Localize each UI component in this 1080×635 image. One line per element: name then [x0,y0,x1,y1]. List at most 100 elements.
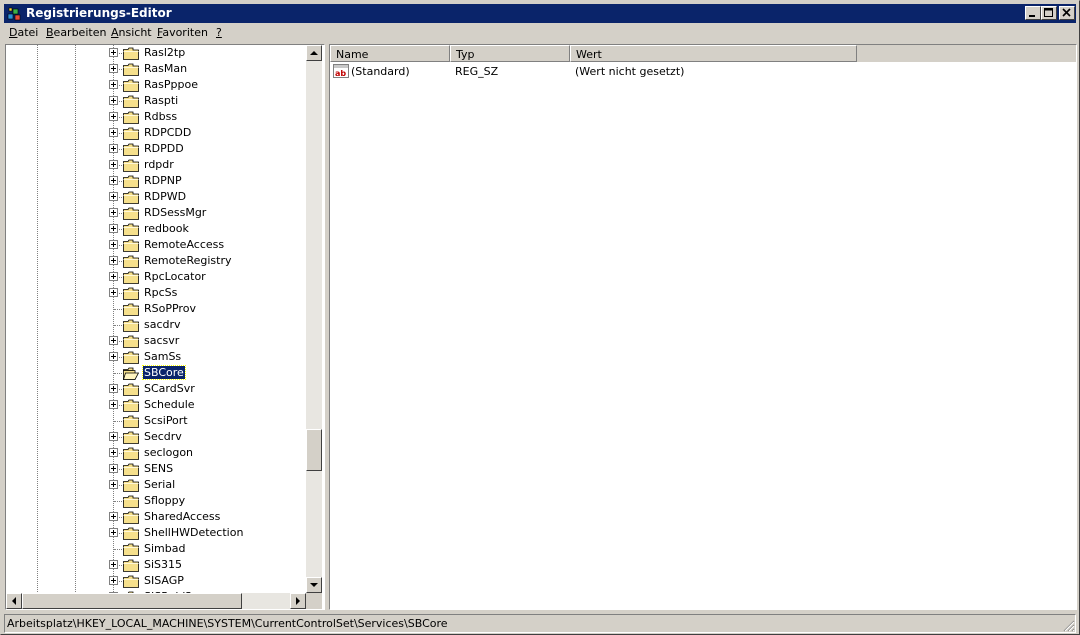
close-button[interactable] [1059,6,1075,20]
column-header-value[interactable]: Wert [570,45,857,62]
tree-item[interactable]: sacsvr [6,333,306,349]
menu-datei[interactable]: Datei [9,26,38,39]
menu-help[interactable]: ? [216,26,222,39]
expand-icon[interactable] [109,576,118,585]
tree-item-label: ShellHWDetection [144,526,244,539]
tree-item[interactable]: Rdbss [6,109,306,125]
title-bar[interactable]: Registrierungs-Editor [4,4,1076,23]
scroll-right-button[interactable] [290,593,306,609]
key-tree-pane[interactable]: Rasl2tp RasMan RasPppoe Raspti Rdbss RDPCDD RD… [5,44,325,610]
folder-icon [123,303,139,316]
tree-item[interactable]: redbook [6,221,306,237]
tree-item[interactable]: RDPWD [6,189,306,205]
expand-icon[interactable] [109,448,118,457]
tree-horizontal-scrollbar[interactable] [6,593,306,609]
scroll-thumb-horizontal[interactable] [22,593,242,609]
tree-item[interactable]: RDSessMgr [6,205,306,221]
expand-icon[interactable] [109,64,118,73]
tree-item[interactable]: SiS315 [6,557,306,573]
menu-bearbeiten[interactable]: Bearbeiten [46,26,106,39]
tree-item[interactable]: SISAGP [6,573,306,589]
tree-vertical-scrollbar[interactable] [306,45,322,593]
expand-icon[interactable] [109,432,118,441]
expand-icon[interactable] [109,208,118,217]
expand-icon[interactable] [109,352,118,361]
tree-item[interactable]: SharedAccess [6,509,306,525]
expand-icon[interactable] [109,96,118,105]
values-list-pane[interactable]: Name Typ Wert ab (Standard) REG_SZ (Wert… [329,44,1077,610]
scroll-thumb[interactable] [306,429,322,471]
expand-icon[interactable] [109,192,118,201]
tree-item[interactable]: Sfloppy [6,493,306,509]
tree-item-label: ScsiPort [144,414,188,427]
expand-icon[interactable] [109,144,118,153]
scroll-up-button[interactable] [306,45,322,61]
expand-icon[interactable] [109,528,118,537]
tree-item[interactable]: RemoteAccess [6,237,306,253]
tree-item[interactable]: RDPNP [6,173,306,189]
tree-item-label: RpcLocator [144,270,206,283]
tree-item[interactable]: seclogon [6,445,306,461]
tree-item[interactable]: SCardSvr [6,381,306,397]
tree-item-label: SamSs [144,350,182,363]
menu-ansicht[interactable]: Ansicht [111,26,152,39]
expand-icon[interactable] [109,160,118,169]
expand-icon[interactable] [109,384,118,393]
tree-item[interactable]: Rasl2tp [6,45,306,61]
expand-icon[interactable] [109,224,118,233]
expand-icon[interactable] [109,480,118,489]
folder-icon [123,143,139,156]
tree-item[interactable]: Simbad [6,541,306,557]
minimize-button[interactable] [1025,6,1041,20]
tree-item[interactable]: RDPDD [6,141,306,157]
tree-item[interactable]: SENS [6,461,306,477]
scroll-left-button[interactable] [6,593,22,609]
expand-icon[interactable] [109,80,118,89]
folder-icon [123,463,139,476]
expand-icon[interactable] [109,288,118,297]
expand-icon[interactable] [109,560,118,569]
tree-item[interactable]: ScsiPort [6,413,306,429]
tree-item[interactable]: RpcLocator [6,269,306,285]
expand-icon[interactable] [109,128,118,137]
value-data: (Wert nicht gesetzt) [575,65,685,78]
expand-icon[interactable] [109,336,118,345]
resize-grip-icon[interactable] [1062,619,1075,632]
expand-icon[interactable] [109,464,118,473]
column-header-name[interactable]: Name [330,45,450,62]
folder-icon [123,351,139,364]
tree-item[interactable]: Schedule [6,397,306,413]
tree-item[interactable]: sacdrv [6,317,306,333]
expand-icon[interactable] [109,240,118,249]
tree-item[interactable]: RasMan [6,61,306,77]
tree-item[interactable]: Secdrv [6,429,306,445]
expand-icon[interactable] [109,256,118,265]
expand-icon[interactable] [109,400,118,409]
scroll-down-button[interactable] [306,577,322,593]
tree-item[interactable]: RasPppoe [6,77,306,93]
tree-item[interactable]: ShellHWDetection [6,525,306,541]
tree-item[interactable]: RDPCDD [6,125,306,141]
tree-item-label: RDPDD [144,142,184,155]
column-header-type[interactable]: Typ [450,45,570,62]
tree-item[interactable]: RemoteRegistry [6,253,306,269]
expand-icon[interactable] [109,48,118,57]
menu-favoriten[interactable]: Favoriten [157,26,208,39]
tree-item[interactable]: SBCore [6,365,306,381]
maximize-button[interactable] [1041,6,1057,20]
tree-item[interactable]: RSoPProv [6,301,306,317]
list-item[interactable]: ab (Standard) REG_SZ (Wert nicht gesetzt… [330,63,1076,80]
tree-item[interactable]: rdpdr [6,157,306,173]
string-value-icon: ab [333,64,349,78]
tree-item[interactable]: SamSs [6,349,306,365]
expand-icon[interactable] [109,112,118,121]
expand-icon[interactable] [109,272,118,281]
folder-icon [123,271,139,284]
tree-item[interactable]: Serial [6,477,306,493]
tree-item[interactable]: Raspti [6,93,306,109]
tree-item[interactable]: RpcSs [6,285,306,301]
folder-icon [123,175,139,188]
expand-icon[interactable] [109,176,118,185]
tree-item-label: SiS315 [144,558,183,571]
expand-icon[interactable] [109,512,118,521]
